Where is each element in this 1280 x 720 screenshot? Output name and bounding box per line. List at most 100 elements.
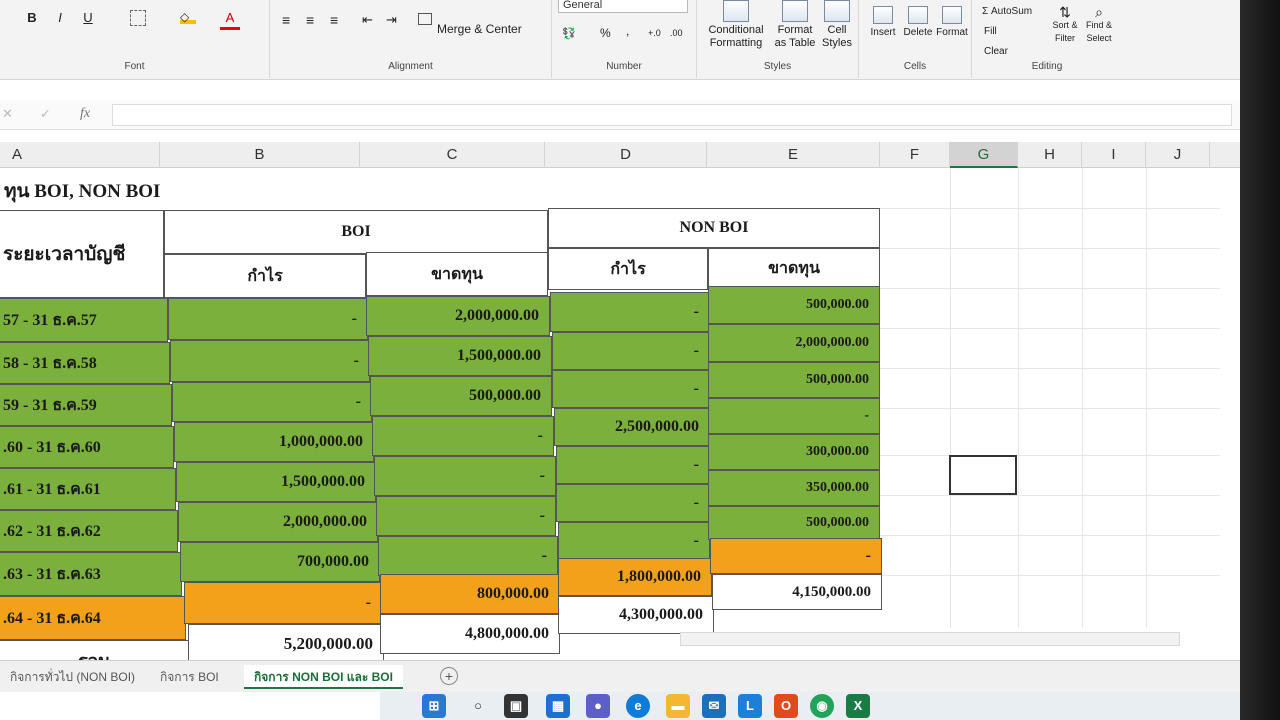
tab-non-boi[interactable]: กิจการทั่วไป (NON BOI) <box>0 665 145 689</box>
boi-loss-cell[interactable]: 2,000,000.00 <box>366 296 550 336</box>
total-boi-loss[interactable]: 4,800,000.00 <box>380 614 560 654</box>
horizontal-scrollbar[interactable] <box>680 632 1180 646</box>
align-center-icon[interactable]: ≡ <box>306 12 314 28</box>
boi-loss-header[interactable]: ขาดทุน <box>366 252 548 296</box>
start-icon[interactable]: ⊞ <box>422 694 446 718</box>
column-header-b[interactable]: B <box>160 142 360 168</box>
column-header-h[interactable]: H <box>1018 142 1082 168</box>
sheet-title[interactable]: ทุน BOI, NON BOI <box>0 174 500 208</box>
conditional-formatting-button[interactable]: Conditional Formatting <box>701 0 771 50</box>
font-color-button[interactable]: A <box>220 8 240 30</box>
column-header-f[interactable]: F <box>880 142 950 168</box>
widgets-icon[interactable]: ▦ <box>546 694 570 718</box>
column-header-i[interactable]: I <box>1082 142 1146 168</box>
boi-loss-cell[interactable]: 1,500,000.00 <box>368 336 552 376</box>
increase-decimal-icon[interactable]: +.0 <box>648 28 661 38</box>
boi-profit-header[interactable]: กำไร <box>164 254 366 298</box>
task-view-icon[interactable]: ▣ <box>504 694 528 718</box>
merge-center-button[interactable]: Merge & Center <box>437 22 522 36</box>
mail-icon[interactable]: ✉ <box>702 694 726 718</box>
decrease-indent-icon[interactable]: ⇤ <box>362 12 373 28</box>
period-cell[interactable]: .64 - 31 ธ.ค.64 <box>0 596 186 640</box>
nonboi-profit-cell[interactable]: - <box>556 446 710 484</box>
nonboi-loss-cell[interactable]: - <box>708 398 880 434</box>
insert-function-button[interactable]: fx <box>80 106 90 122</box>
comma-button[interactable]: , <box>626 24 629 38</box>
nonboi-loss-cell[interactable]: 350,000.00 <box>708 470 880 506</box>
boi-profit-cell[interactable]: - <box>184 582 382 624</box>
period-cell[interactable]: 57 - 31 ธ.ค.57 <box>0 298 168 342</box>
period-cell[interactable]: 58 - 31 ธ.ค.58 <box>0 342 170 384</box>
nonboi-profit-cell[interactable]: - <box>556 484 710 522</box>
excel-icon[interactable]: X <box>846 694 870 718</box>
boi-profit-cell[interactable]: 1,000,000.00 <box>174 422 374 462</box>
underline-button[interactable]: U <box>78 8 98 28</box>
tab-non-boi-and-boi[interactable]: กิจการ NON BOI และ BOI <box>244 665 403 689</box>
nonboi-profit-cell[interactable]: - <box>552 332 710 370</box>
boi-loss-cell[interactable]: - <box>376 496 556 536</box>
total-boi-profit[interactable]: 5,200,000.00 <box>188 624 384 664</box>
period-cell[interactable]: .62 - 31 ธ.ค.62 <box>0 510 178 552</box>
column-header-e[interactable]: E <box>707 142 880 168</box>
add-sheet-button[interactable]: + <box>440 667 458 685</box>
column-header-a[interactable]: A <box>0 142 160 168</box>
period-cell[interactable]: .61 - 31 ธ.ค.61 <box>0 468 176 510</box>
column-header-c[interactable]: C <box>360 142 545 168</box>
sort-filter-button[interactable]: ⇅ Sort & Filter <box>1048 5 1082 45</box>
app-l-icon[interactable]: L <box>738 694 762 718</box>
align-right-icon[interactable]: ≡ <box>330 12 338 28</box>
column-header-j[interactable]: J <box>1146 142 1210 168</box>
formula-input[interactable] <box>112 104 1232 126</box>
period-cell[interactable]: .63 - 31 ธ.ค.63 <box>0 552 182 596</box>
bold-button[interactable]: B <box>22 8 42 28</box>
decrease-decimal-icon[interactable]: .00 <box>670 28 683 38</box>
boi-profit-cell[interactable]: - <box>170 340 370 382</box>
number-format-dropdown[interactable]: General <box>558 0 688 13</box>
boi-profit-cell[interactable]: 700,000.00 <box>180 542 380 582</box>
insert-button[interactable]: Insert <box>867 6 899 39</box>
office-icon[interactable]: O <box>774 694 798 718</box>
worksheet-grid[interactable]: ทุน BOI, NON BOI ระยะเวลาบัญชี BOI NON B… <box>0 168 1240 680</box>
cell-styles-button[interactable]: Cell Styles <box>817 0 857 50</box>
nonboi-loss-cell[interactable]: 2,000,000.00 <box>708 324 880 362</box>
search-icon[interactable]: ○ <box>466 694 490 718</box>
fill-color-icon[interactable]: ◇ <box>180 10 196 24</box>
column-header-d[interactable]: D <box>545 142 707 168</box>
edge-icon[interactable]: e <box>626 694 650 718</box>
period-header[interactable]: ระยะเวลาบัญชี <box>0 210 164 298</box>
percent-button[interactable]: % <box>600 26 611 40</box>
boi-profit-cell[interactable]: 1,500,000.00 <box>176 462 376 502</box>
currency-icon[interactable]: 💱 <box>562 27 576 40</box>
boi-loss-cell[interactable]: - <box>372 416 554 456</box>
delete-button[interactable]: Delete <box>901 6 935 39</box>
boi-profit-cell[interactable]: - <box>168 298 368 340</box>
cancel-icon[interactable]: ✕ <box>2 106 13 122</box>
nonboi-header[interactable]: NON BOI <box>548 208 880 248</box>
increase-indent-icon[interactable]: ⇥ <box>386 12 397 28</box>
active-cell-g[interactable] <box>949 455 1017 495</box>
boi-loss-cell[interactable]: 800,000.00 <box>380 574 560 614</box>
nonboi-loss-cell[interactable]: 500,000.00 <box>708 286 880 324</box>
nonboi-loss-cell[interactable]: - <box>710 538 882 574</box>
nonboi-loss-cell[interactable]: 300,000.00 <box>708 434 880 470</box>
nonboi-profit-cell[interactable]: - <box>550 292 710 332</box>
nonboi-loss-cell[interactable]: 500,000.00 <box>708 362 880 398</box>
boi-loss-cell[interactable]: - <box>374 456 556 496</box>
boi-profit-cell[interactable]: 2,000,000.00 <box>178 502 378 542</box>
nonboi-profit-cell[interactable]: - <box>552 370 710 408</box>
find-select-button[interactable]: ⌕ Find & Select <box>1082 5 1116 45</box>
italic-button[interactable]: I <box>50 8 70 28</box>
total-nonboi-loss[interactable]: 4,150,000.00 <box>712 574 882 610</box>
boi-loss-cell[interactable]: 500,000.00 <box>370 376 552 416</box>
period-cell[interactable]: 59 - 31 ธ.ค.59 <box>0 384 172 426</box>
total-nonboi-profit[interactable]: 4,300,000.00 <box>558 596 714 634</box>
boi-header[interactable]: BOI <box>164 210 548 254</box>
boi-loss-cell[interactable]: - <box>378 536 558 576</box>
file-explorer-icon[interactable]: ▬ <box>666 694 690 718</box>
clear-button[interactable]: Clear <box>984 46 1008 57</box>
chat-icon[interactable]: ● <box>586 694 610 718</box>
align-left-icon[interactable]: ≡ <box>282 12 290 28</box>
period-cell[interactable]: .60 - 31 ธ.ค.60 <box>0 426 174 468</box>
nonboi-loss-cell[interactable]: 500,000.00 <box>708 506 880 540</box>
nonboi-profit-cell[interactable]: 2,500,000.00 <box>554 408 710 446</box>
